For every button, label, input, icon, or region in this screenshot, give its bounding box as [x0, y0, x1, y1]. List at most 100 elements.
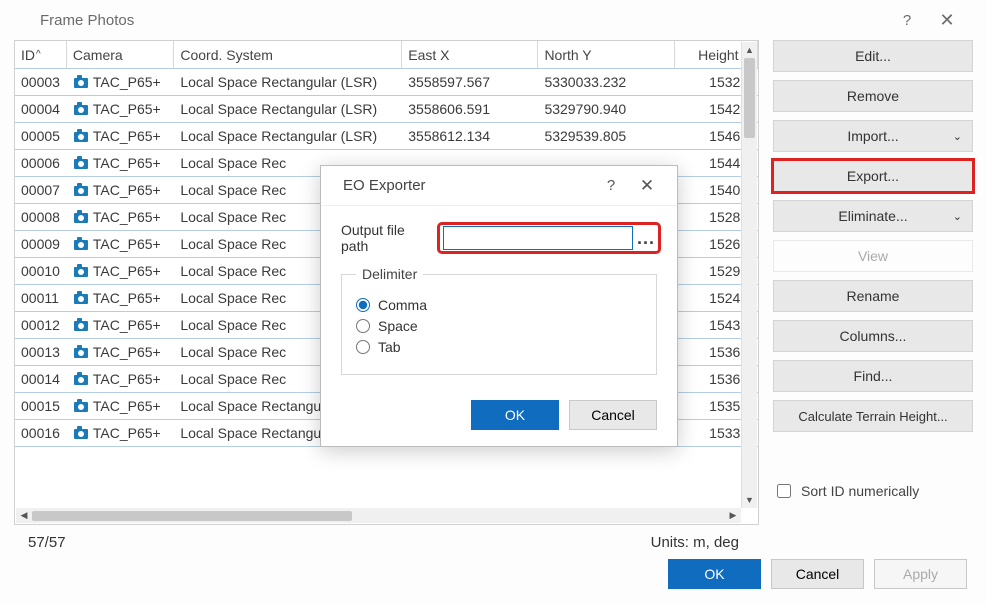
cell-camera: TAC_P65+	[67, 263, 174, 279]
row-count: 57/57	[28, 534, 66, 551]
vertical-scrollbar[interactable]: ▲ ▼	[741, 42, 757, 508]
cell-id: 00006	[15, 155, 67, 171]
cell-camera: TAC_P65+	[67, 344, 174, 360]
sidebar: Edit... Remove Import...⌄ Export... Elim…	[773, 40, 973, 555]
camera-icon	[73, 156, 89, 170]
delimiter-space-option[interactable]: Space	[356, 318, 642, 334]
ok-button[interactable]: OK	[668, 559, 761, 589]
table-row[interactable]: 00004TAC_P65+Local Space Rectangular (LS…	[15, 96, 758, 123]
camera-icon	[73, 291, 89, 305]
calculate-terrain-button[interactable]: Calculate Terrain Height...	[773, 400, 973, 432]
cell-eastx: 3558612.134	[402, 128, 538, 144]
camera-icon	[73, 345, 89, 359]
columns-button[interactable]: Columns...	[773, 320, 973, 352]
output-path-input[interactable]	[443, 226, 633, 250]
delimiter-comma-radio[interactable]	[356, 298, 370, 312]
output-path-label: Output file path	[341, 222, 435, 254]
cell-id: 00008	[15, 209, 67, 225]
cell-northy: 5329790.940	[538, 101, 674, 117]
col-header-northy[interactable]: North Y	[538, 41, 674, 68]
cell-northy: 5329539.805	[538, 128, 674, 144]
scroll-left-icon[interactable]: ◀	[16, 510, 32, 521]
cell-id: 00014	[15, 371, 67, 387]
eo-exporter-dialog: EO Exporter ? ✕ Output file path ... Del…	[320, 165, 678, 447]
scroll-up-icon[interactable]: ▲	[742, 42, 757, 58]
scroll-right-icon[interactable]: ▶	[725, 510, 741, 521]
apply-button: Apply	[874, 559, 967, 589]
horizontal-scrollbar[interactable]: ◀ ▶	[16, 508, 741, 523]
camera-icon	[73, 75, 89, 89]
cancel-button[interactable]: Cancel	[771, 559, 864, 589]
rename-button[interactable]: Rename	[773, 280, 973, 312]
import-button[interactable]: Import...⌄	[773, 120, 973, 152]
col-header-eastx[interactable]: East X	[402, 41, 538, 68]
cell-coord: Local Space Rectangular (LSR)	[174, 74, 402, 90]
table-row[interactable]: 00003TAC_P65+Local Space Rectangular (LS…	[15, 69, 758, 96]
col-header-coord[interactable]: Coord. System	[174, 41, 402, 68]
camera-icon	[73, 426, 89, 440]
edit-button[interactable]: Edit...	[773, 40, 973, 72]
window-title: Frame Photos	[40, 12, 134, 29]
delimiter-comma-option[interactable]: Comma	[356, 297, 642, 313]
cell-camera: TAC_P65+	[67, 155, 174, 171]
col-header-id[interactable]: ID^	[15, 41, 67, 68]
cell-camera: TAC_P65+	[67, 290, 174, 306]
cell-id: 00007	[15, 182, 67, 198]
sort-id-label[interactable]: Sort ID numerically	[801, 482, 919, 500]
cell-camera: TAC_P65+	[67, 371, 174, 387]
scroll-thumb[interactable]	[744, 58, 755, 138]
sort-id-checkbox[interactable]	[777, 484, 791, 498]
statusbar: 57/57 Units: m, deg	[14, 525, 759, 555]
delimiter-tab-radio[interactable]	[356, 340, 370, 354]
camera-icon	[73, 399, 89, 413]
delimiter-space-radio[interactable]	[356, 319, 370, 333]
cell-id: 00004	[15, 101, 67, 117]
dialog-cancel-button[interactable]: Cancel	[569, 400, 657, 430]
camera-icon	[73, 237, 89, 251]
grid-header: ID^ Camera Coord. System East X North Y …	[15, 41, 758, 69]
camera-icon	[73, 318, 89, 332]
help-icon[interactable]: ?	[887, 12, 927, 29]
dialog-close-icon[interactable]: ✕	[629, 176, 665, 196]
delimiter-legend: Delimiter	[356, 266, 423, 282]
cell-camera: TAC_P65+	[67, 182, 174, 198]
delimiter-tab-option[interactable]: Tab	[356, 339, 642, 355]
dialog-titlebar: EO Exporter ? ✕	[321, 166, 677, 206]
camera-icon	[73, 264, 89, 278]
find-button[interactable]: Find...	[773, 360, 973, 392]
table-row[interactable]: 00005TAC_P65+Local Space Rectangular (LS…	[15, 123, 758, 150]
camera-icon	[73, 183, 89, 197]
titlebar: Frame Photos ? ✕	[0, 0, 987, 40]
scroll-down-icon[interactable]: ▼	[742, 492, 757, 508]
eliminate-button[interactable]: Eliminate...⌄	[773, 200, 973, 232]
sort-asc-icon: ^	[36, 49, 41, 60]
delimiter-fieldset: Delimiter Comma Space Tab	[341, 266, 657, 375]
hscroll-thumb[interactable]	[32, 511, 352, 521]
camera-icon	[73, 372, 89, 386]
cell-camera: TAC_P65+	[67, 425, 174, 441]
cell-id: 00009	[15, 236, 67, 252]
view-button: View	[773, 240, 973, 272]
dialog-title: EO Exporter	[343, 177, 426, 194]
remove-button[interactable]: Remove	[773, 80, 973, 112]
close-icon[interactable]: ✕	[927, 10, 967, 31]
cell-eastx: 3558606.591	[402, 101, 538, 117]
cell-camera: TAC_P65+	[67, 317, 174, 333]
browse-button[interactable]: ...	[637, 228, 655, 249]
camera-icon	[73, 210, 89, 224]
dialog-help-icon[interactable]: ?	[593, 177, 629, 194]
cell-coord: Local Space Rectangular (LSR)	[174, 101, 402, 117]
chevron-down-icon: ⌄	[953, 130, 962, 143]
cell-id: 00010	[15, 263, 67, 279]
cell-id: 00003	[15, 74, 67, 90]
camera-icon	[73, 129, 89, 143]
export-button[interactable]: Export...	[773, 160, 973, 192]
cell-eastx: 3558597.567	[402, 74, 538, 90]
cell-camera: TAC_P65+	[67, 74, 174, 90]
units-label: Units: m, deg	[651, 534, 739, 551]
dialog-ok-button[interactable]: OK	[471, 400, 559, 430]
cell-camera: TAC_P65+	[67, 128, 174, 144]
cell-id: 00015	[15, 398, 67, 414]
col-header-camera[interactable]: Camera	[67, 41, 174, 68]
chevron-down-icon: ⌄	[953, 210, 962, 223]
